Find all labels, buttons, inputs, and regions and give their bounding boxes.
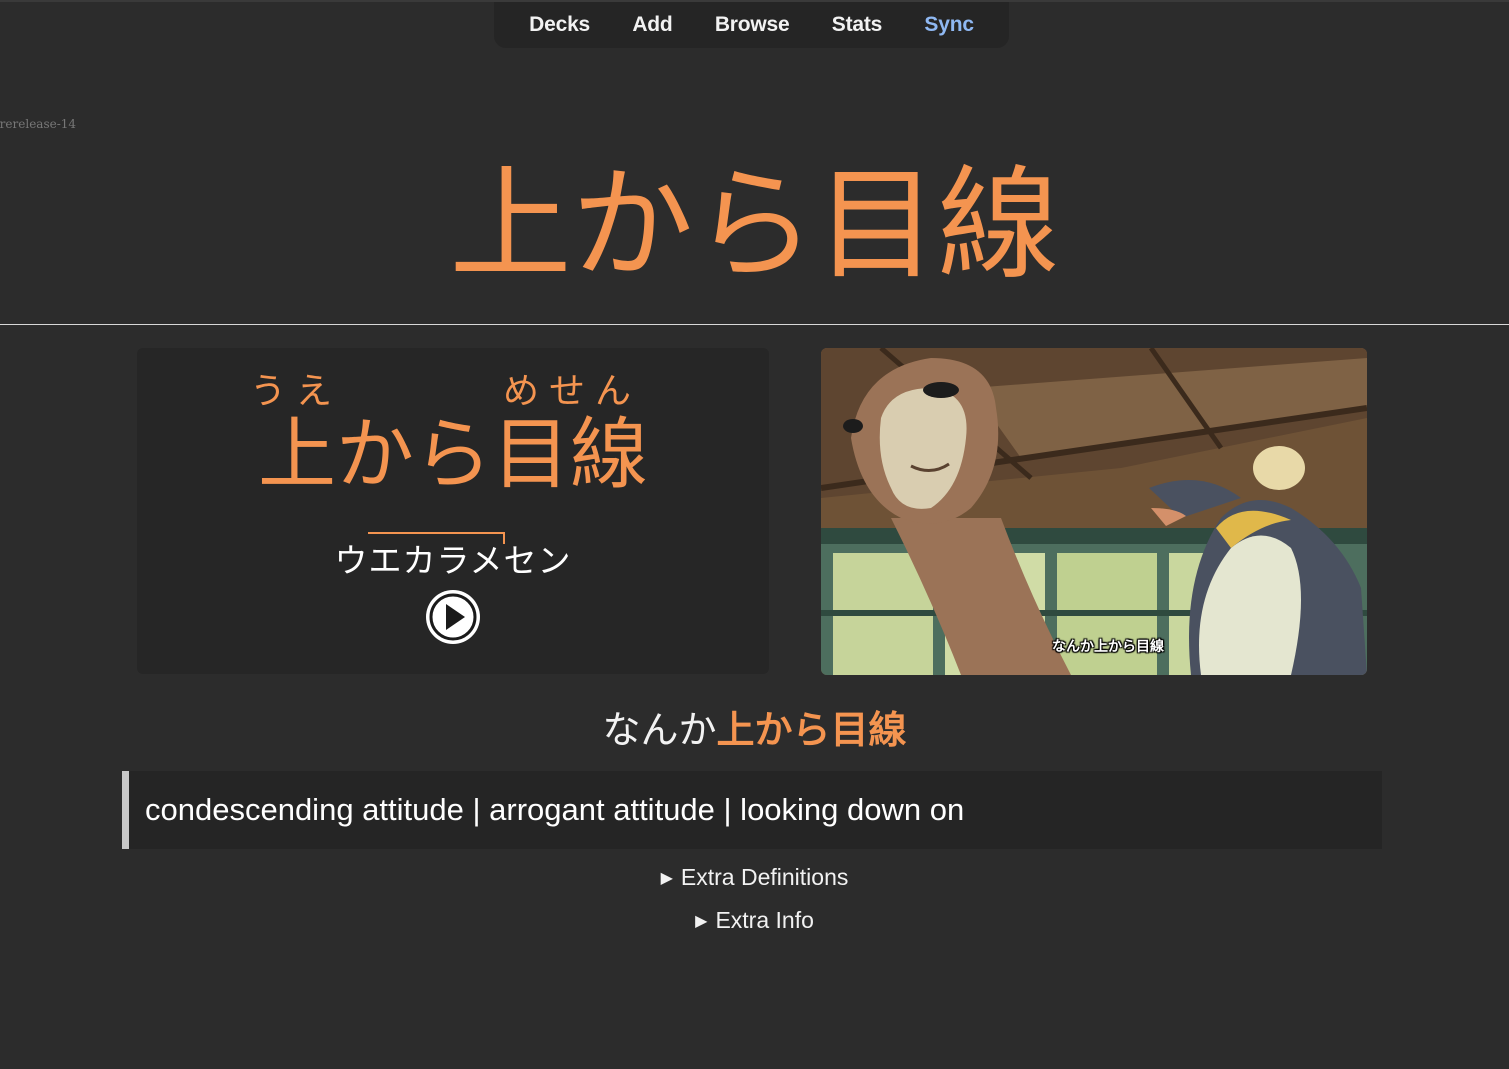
nav-browse[interactable]: Browse (715, 13, 790, 37)
furigana-row: うえ めせん (137, 370, 769, 414)
play-audio-button[interactable] (426, 590, 480, 644)
anime-scene-illustration (821, 348, 1367, 675)
example-sentence: なんか上から目線 (0, 700, 1509, 760)
sentence-prefix: なんか (602, 708, 717, 752)
play-icon (427, 591, 479, 643)
front-expression: 上から目線 (449, 154, 1060, 296)
extra-info-label: Extra Info (715, 907, 814, 933)
card-expression: 上から目線 (257, 410, 648, 500)
furigana-mesen: めせん (503, 371, 642, 412)
sentence-highlight: 上から目線 (716, 708, 907, 752)
subtitle-text: なんか上から目線 (1052, 639, 1164, 655)
disclosure-triangle-icon: ▶ (695, 913, 708, 930)
nav-sync[interactable]: Sync (924, 13, 974, 37)
screenshot-image: なんか上から目線 (821, 348, 1367, 675)
top-nav: Decks Add Browse Stats Sync (494, 2, 1009, 48)
extra-definitions-toggle[interactable]: ▶ Extra Definitions (0, 864, 1509, 891)
nav-decks[interactable]: Decks (529, 13, 590, 37)
answer-divider (0, 324, 1509, 325)
furigana-ue: うえ (250, 371, 343, 412)
version-label: prerelease-14 (0, 117, 77, 131)
disclosure-triangle-icon: ▶ (660, 870, 673, 887)
nav-stats[interactable]: Stats (832, 13, 883, 37)
reading: ウエカラメセン (334, 541, 572, 580)
definition-box: condescending attitude | arrogant attitu… (122, 771, 1382, 849)
nav-add[interactable]: Add (632, 13, 672, 37)
definition-text: condescending attitude | arrogant attitu… (145, 792, 965, 827)
extra-info-toggle[interactable]: ▶ Extra Info (0, 907, 1509, 934)
word-card: うえ めせん 上から目線 ウエカラメセン (137, 348, 769, 674)
extra-definitions-label: Extra Definitions (680, 864, 849, 890)
